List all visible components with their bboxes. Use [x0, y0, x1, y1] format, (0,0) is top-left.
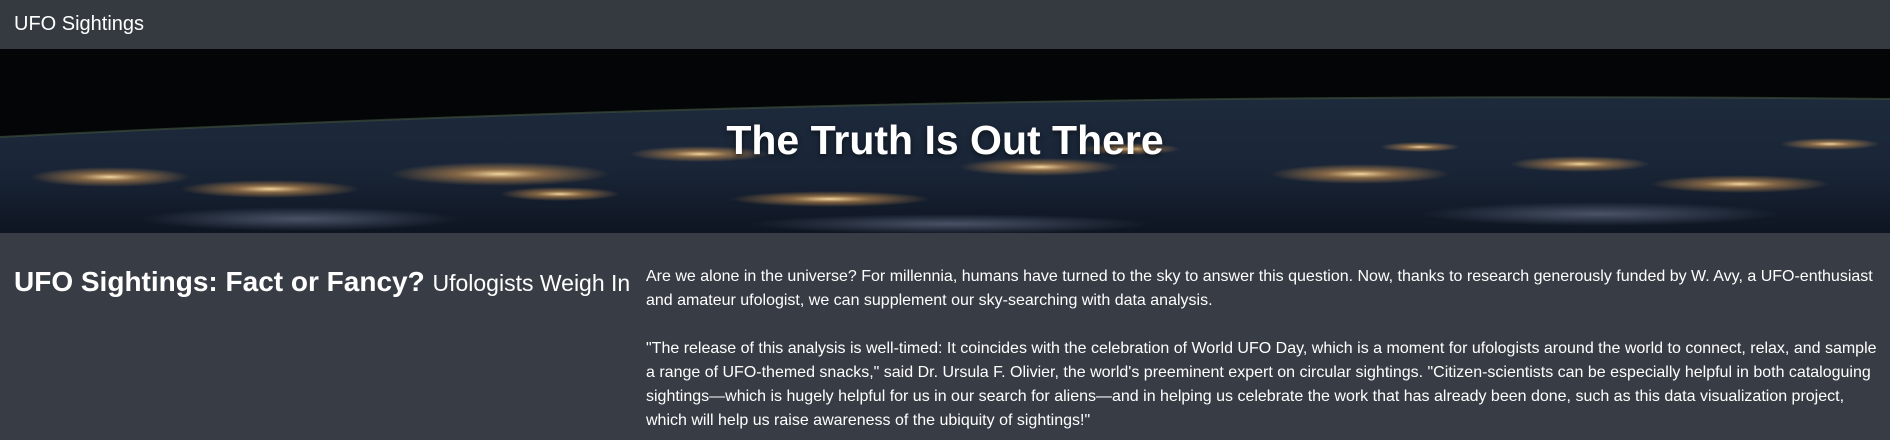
article-body: Are we alone in the universe? For millen…	[646, 265, 1890, 440]
article-paragraph: Are we alone in the universe? For millen…	[646, 268, 1873, 309]
article-heading: UFO Sightings: Fact or Fancy? Ufologists…	[14, 265, 646, 299]
article-paragraph: "The release of this analysis is well-ti…	[646, 340, 1877, 429]
hero-banner: The Truth Is Out There	[0, 49, 1890, 233]
article-title: UFO Sightings: Fact or Fancy?	[14, 266, 425, 297]
navbar-brand-link[interactable]: UFO Sightings	[14, 13, 144, 36]
article-subtitle: Ufologists Weigh In	[432, 270, 631, 296]
navbar: UFO Sightings	[0, 0, 1890, 49]
article-heading-column: UFO Sightings: Fact or Fancy? Ufologists…	[0, 265, 646, 440]
hero-title: The Truth Is Out There	[726, 117, 1164, 163]
article-section: UFO Sightings: Fact or Fancy? Ufologists…	[0, 233, 1890, 440]
